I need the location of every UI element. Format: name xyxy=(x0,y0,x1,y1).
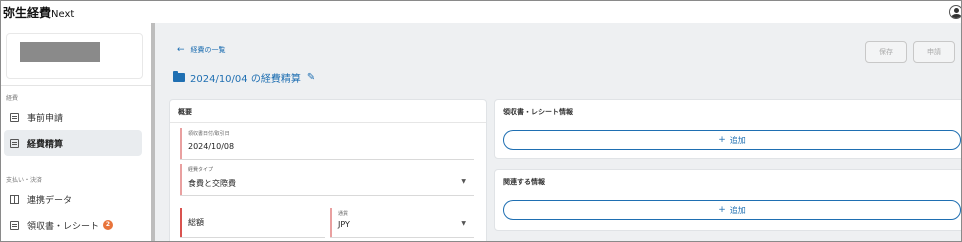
dropdown-caret-icon: ▼ xyxy=(461,178,466,185)
receipt-info-title: 領収書・レシート情報 xyxy=(503,108,573,116)
receipt-date-value: 2024/10/08 xyxy=(188,142,235,151)
amount-label: 総額 xyxy=(188,218,204,227)
plus-icon: + xyxy=(718,205,726,215)
sidebar-item-linked-data[interactable]: 連携データ xyxy=(4,186,142,212)
summary-panel-title: 概要 xyxy=(178,108,192,116)
required-indicator xyxy=(180,164,182,195)
receipt-icon xyxy=(10,220,19,230)
panel-divider xyxy=(170,122,486,123)
sidebar-item-label: 領収書・レシート xyxy=(27,221,100,232)
expense-type-value: 食費と交際費 xyxy=(188,179,236,188)
sidebar-item-expense-settlement[interactable]: 経費精算 xyxy=(4,130,142,156)
user-avatar-icon[interactable] xyxy=(949,5,961,19)
receipt-info-panel: 領収書・レシート情報 + 追加 xyxy=(494,99,961,159)
sidebar-item-receipts[interactable]: 領収書・レシート 2 xyxy=(4,212,142,238)
related-info-panel: 関連する情報 + 追加 xyxy=(494,169,961,231)
add-related-label: 追加 xyxy=(729,205,746,215)
sidebar-item-pre-application[interactable]: 事前申請 xyxy=(4,104,142,130)
back-link-label: 経費の一覧 xyxy=(190,46,226,54)
page-title-text: 2024/10/04 の経費精算 xyxy=(190,74,301,85)
arrow-left-icon: ← xyxy=(177,45,185,55)
main-content: ← 経費の一覧 保存 申請 2024/10/04 の経費精算 ✎ 概要 領収書日… xyxy=(155,23,961,241)
sidebar-item-label: 連携データ xyxy=(27,195,73,206)
document-icon xyxy=(10,112,19,122)
document-icon xyxy=(10,138,19,148)
sidebar-section-expense: 経費 xyxy=(6,95,19,102)
currency-label: 通貨 xyxy=(338,211,349,217)
redacted-account-name xyxy=(20,42,100,62)
add-related-button[interactable]: + 追加 xyxy=(503,200,961,220)
add-receipt-label: 追加 xyxy=(729,135,746,145)
expense-type-label: 経費タイプ xyxy=(188,167,214,173)
receipt-date-field[interactable]: 領収書日付/取引日 2024/10/08 xyxy=(180,128,474,160)
save-button[interactable]: 保存 xyxy=(865,41,907,63)
summary-panel: 概要 領収書日付/取引日 2024/10/08 経費タイプ 食費と交際費 ▼ 総… xyxy=(169,99,487,241)
currency-select[interactable]: 通貨 JPY ▼ xyxy=(330,208,474,238)
amount-field[interactable]: 総額 xyxy=(180,208,325,238)
plus-icon: + xyxy=(718,135,726,145)
page-title: 2024/10/04 の経費精算 ✎ xyxy=(173,70,315,85)
app-window: 弥生経費Next 経費 事前申請 経費精算 支払い・決済 連携データ 領収書・レ… xyxy=(0,0,962,242)
sidebar: 経費 事前申請 経費精算 支払い・決済 連携データ 領収書・レシート 2 xyxy=(1,23,151,241)
sidebar-item-label: 経費精算 xyxy=(27,139,64,150)
top-bar: 弥生経費Next xyxy=(1,1,961,23)
sidebar-item-label: 事前申請 xyxy=(27,113,64,124)
sidebar-section-payment: 支払い・決済 xyxy=(6,177,43,184)
grid-icon xyxy=(10,194,19,204)
app-logo[interactable]: 弥生経費Next xyxy=(3,4,74,21)
account-card[interactable] xyxy=(6,33,143,79)
apply-button[interactable]: 申請 xyxy=(913,41,955,63)
folder-icon xyxy=(173,71,185,82)
required-indicator xyxy=(180,128,182,159)
required-indicator xyxy=(180,208,182,237)
sidebar-divider xyxy=(1,85,151,86)
expense-type-select[interactable]: 経費タイプ 食費と交際費 ▼ xyxy=(180,164,474,196)
logo-text: 弥生経費 xyxy=(3,6,52,20)
currency-value: JPY xyxy=(338,220,350,229)
required-indicator xyxy=(330,208,332,237)
back-link[interactable]: ← 経費の一覧 xyxy=(177,45,226,55)
receipt-date-label: 領収書日付/取引日 xyxy=(188,131,230,137)
logo-suffix: Next xyxy=(51,9,75,20)
dropdown-caret-icon: ▼ xyxy=(461,220,466,227)
related-info-title: 関連する情報 xyxy=(503,178,545,186)
add-receipt-button[interactable]: + 追加 xyxy=(503,130,961,150)
edit-pencil-icon[interactable]: ✎ xyxy=(307,72,315,83)
notification-badge: 2 xyxy=(103,220,114,230)
